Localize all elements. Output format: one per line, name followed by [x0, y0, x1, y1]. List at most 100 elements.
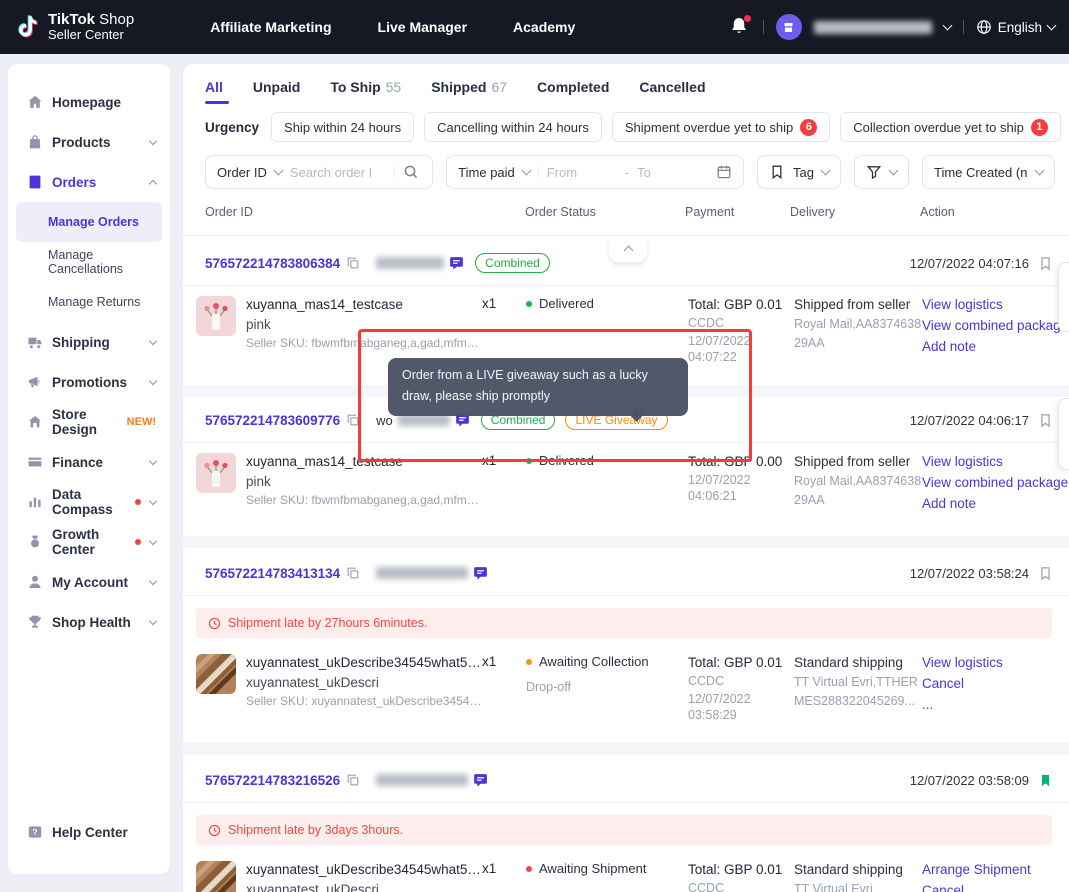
view-combined-package-link[interactable]: View combined package [922, 474, 1068, 491]
product-quantity: x1 [482, 861, 526, 876]
order-id-link[interactable]: 576572214783806384 [205, 256, 340, 271]
copy-icon[interactable] [346, 413, 360, 427]
view-logistics-link[interactable]: View logistics [922, 453, 1068, 470]
product-name[interactable]: xuyanna_mas14_testcase [246, 453, 482, 470]
status-detail: Drop-off [526, 680, 688, 694]
add-note-link[interactable]: Add note [922, 495, 1068, 512]
time-paid-select[interactable]: Time paid [458, 165, 515, 180]
account-chevron-down-icon[interactable] [942, 21, 952, 31]
chip-collection-overdue[interactable]: Collection overdue yet to ship1 [840, 112, 1061, 142]
search-type-select[interactable]: Order ID [217, 165, 267, 180]
payment-total: Total: GBP 0.00 [688, 453, 794, 470]
more-actions-link[interactable]: ... [922, 696, 1053, 713]
product-name[interactable]: xuyannatest_ukDescribe34545what5yu4a... [246, 861, 482, 878]
nav-live-manager[interactable]: Live Manager [378, 19, 467, 35]
chip-shipment-overdue[interactable]: Shipment overdue yet to ship6 [612, 112, 830, 142]
copy-icon[interactable] [346, 773, 360, 787]
arrange-shipment-link[interactable]: Arrange Shipment [922, 861, 1053, 878]
date-from-field[interactable]: From [547, 165, 617, 180]
sidebar-item-orders[interactable]: Orders [8, 162, 170, 202]
chevron-up-icon [149, 179, 157, 187]
nav-academy[interactable]: Academy [513, 19, 575, 35]
sidebar-item-manage-orders[interactable]: Manage Orders [16, 202, 162, 242]
sidebar-item-promotions[interactable]: Promotions [8, 362, 170, 402]
sidebar-item-manage-cancellations[interactable]: Manage Cancellations [16, 242, 162, 282]
tab-all[interactable]: All [205, 79, 223, 104]
buyer-name[interactable] [376, 257, 444, 269]
tag-filter[interactable]: Tag [757, 155, 841, 189]
tab-shipped[interactable]: Shipped67 [431, 79, 507, 104]
sidebar-item-my-account[interactable]: My Account [8, 562, 170, 602]
floating-panel-partial[interactable] [1058, 398, 1069, 470]
chevron-down-icon[interactable] [521, 166, 531, 176]
bookmark-icon-active[interactable] [1038, 773, 1053, 788]
cancel-link[interactable]: Cancel [922, 675, 1053, 692]
view-logistics-link[interactable]: View logistics [922, 654, 1053, 671]
group-separator [183, 536, 1069, 548]
sidebar-item-data-compass[interactable]: Data Compass [8, 482, 170, 522]
tab-to-ship[interactable]: To Ship55 [330, 79, 401, 104]
sidebar-item-help-center[interactable]: ? Help Center [8, 812, 170, 852]
bookmark-icon[interactable] [1038, 413, 1053, 428]
buyer-name[interactable] [376, 567, 468, 579]
payment-method: CCDC [688, 673, 794, 689]
sidebar-item-shop-health[interactable]: Shop Health [8, 602, 170, 642]
nav-affiliate-marketing[interactable]: Affiliate Marketing [210, 19, 331, 35]
copy-icon[interactable] [346, 566, 360, 580]
tab-unpaid[interactable]: Unpaid [253, 79, 300, 104]
add-note-link[interactable]: Add note [922, 338, 1068, 355]
bookmark-icon[interactable] [1038, 256, 1053, 271]
chip-ship-within-24h[interactable]: Ship within 24 hours [271, 112, 414, 142]
order-id-link[interactable]: 576572214783609776 [205, 413, 340, 428]
status-dot [526, 866, 532, 872]
sidebar-item-shipping[interactable]: Shipping [8, 322, 170, 362]
view-logistics-link[interactable]: View logistics [922, 296, 1068, 313]
order-id-link[interactable]: 576572214783413134 [205, 566, 340, 581]
copy-icon[interactable] [346, 256, 360, 270]
order-group: 576572214783609776 wo Combined LIVE Give… [183, 403, 1069, 536]
header-divider [183, 235, 1069, 236]
product-image[interactable] [196, 861, 236, 892]
avatar[interactable] [776, 14, 802, 40]
date-to-field[interactable]: To [637, 165, 697, 180]
sidebar-item-homepage[interactable]: Homepage [8, 82, 170, 122]
sidebar-item-manage-returns[interactable]: Manage Returns [16, 282, 162, 322]
order-id-link[interactable]: 576572214783216526 [205, 773, 340, 788]
collapse-list-button[interactable] [609, 239, 647, 262]
calendar-icon[interactable] [716, 164, 732, 180]
view-combined-package-link[interactable]: View combined package [922, 317, 1068, 334]
sidebar-item-growth-center[interactable]: Growth Center [8, 522, 170, 562]
chat-icon[interactable] [472, 772, 489, 789]
chip-cancelling-within-24h[interactable]: Cancelling within 24 hours [424, 112, 602, 142]
search-icon[interactable] [403, 164, 419, 180]
product-variant: xuyannatest_ukDescri [246, 674, 482, 691]
person-icon [27, 574, 43, 590]
tab-completed[interactable]: Completed [537, 79, 609, 104]
more-filters[interactable] [854, 155, 909, 189]
notifications-bell-icon[interactable] [729, 16, 751, 38]
sidebar-item-store-design[interactable]: Store Design NEW! [8, 402, 170, 442]
sort-order-select[interactable]: Time Created (nev [922, 155, 1055, 189]
floating-panel-partial[interactable] [1058, 262, 1069, 332]
delivery-carrier: TT Virtual Evri,TTHER [794, 674, 922, 690]
sidebar-item-products[interactable]: Products [8, 122, 170, 162]
search-input[interactable] [290, 165, 386, 180]
order-status: Awaiting Collection [539, 654, 649, 669]
buyer-name[interactable] [376, 774, 468, 786]
product-image[interactable] [196, 453, 236, 493]
cancel-link[interactable]: Cancel [922, 882, 1053, 892]
product-image[interactable] [196, 654, 236, 694]
product-name[interactable]: xuyanna_mas14_testcase [246, 296, 482, 313]
payment-total: Total: GBP 0.01 [688, 861, 794, 878]
bookmark-icon[interactable] [1038, 566, 1053, 581]
chat-icon[interactable] [472, 565, 489, 582]
product-image[interactable] [196, 296, 236, 336]
tab-cancelled[interactable]: Cancelled [639, 79, 705, 104]
sidebar-item-finance[interactable]: Finance [8, 442, 170, 482]
language-selector[interactable]: English [976, 19, 1055, 35]
product-name[interactable]: xuyannatest_ukDescribe34545what5yu4a... [246, 654, 482, 671]
chevron-down-icon[interactable] [273, 166, 283, 176]
tiktok-shop-logo[interactable]: TikTok Shop Seller Center [16, 12, 134, 42]
count-badge: 1 [1031, 119, 1048, 136]
chat-icon[interactable] [448, 255, 465, 272]
